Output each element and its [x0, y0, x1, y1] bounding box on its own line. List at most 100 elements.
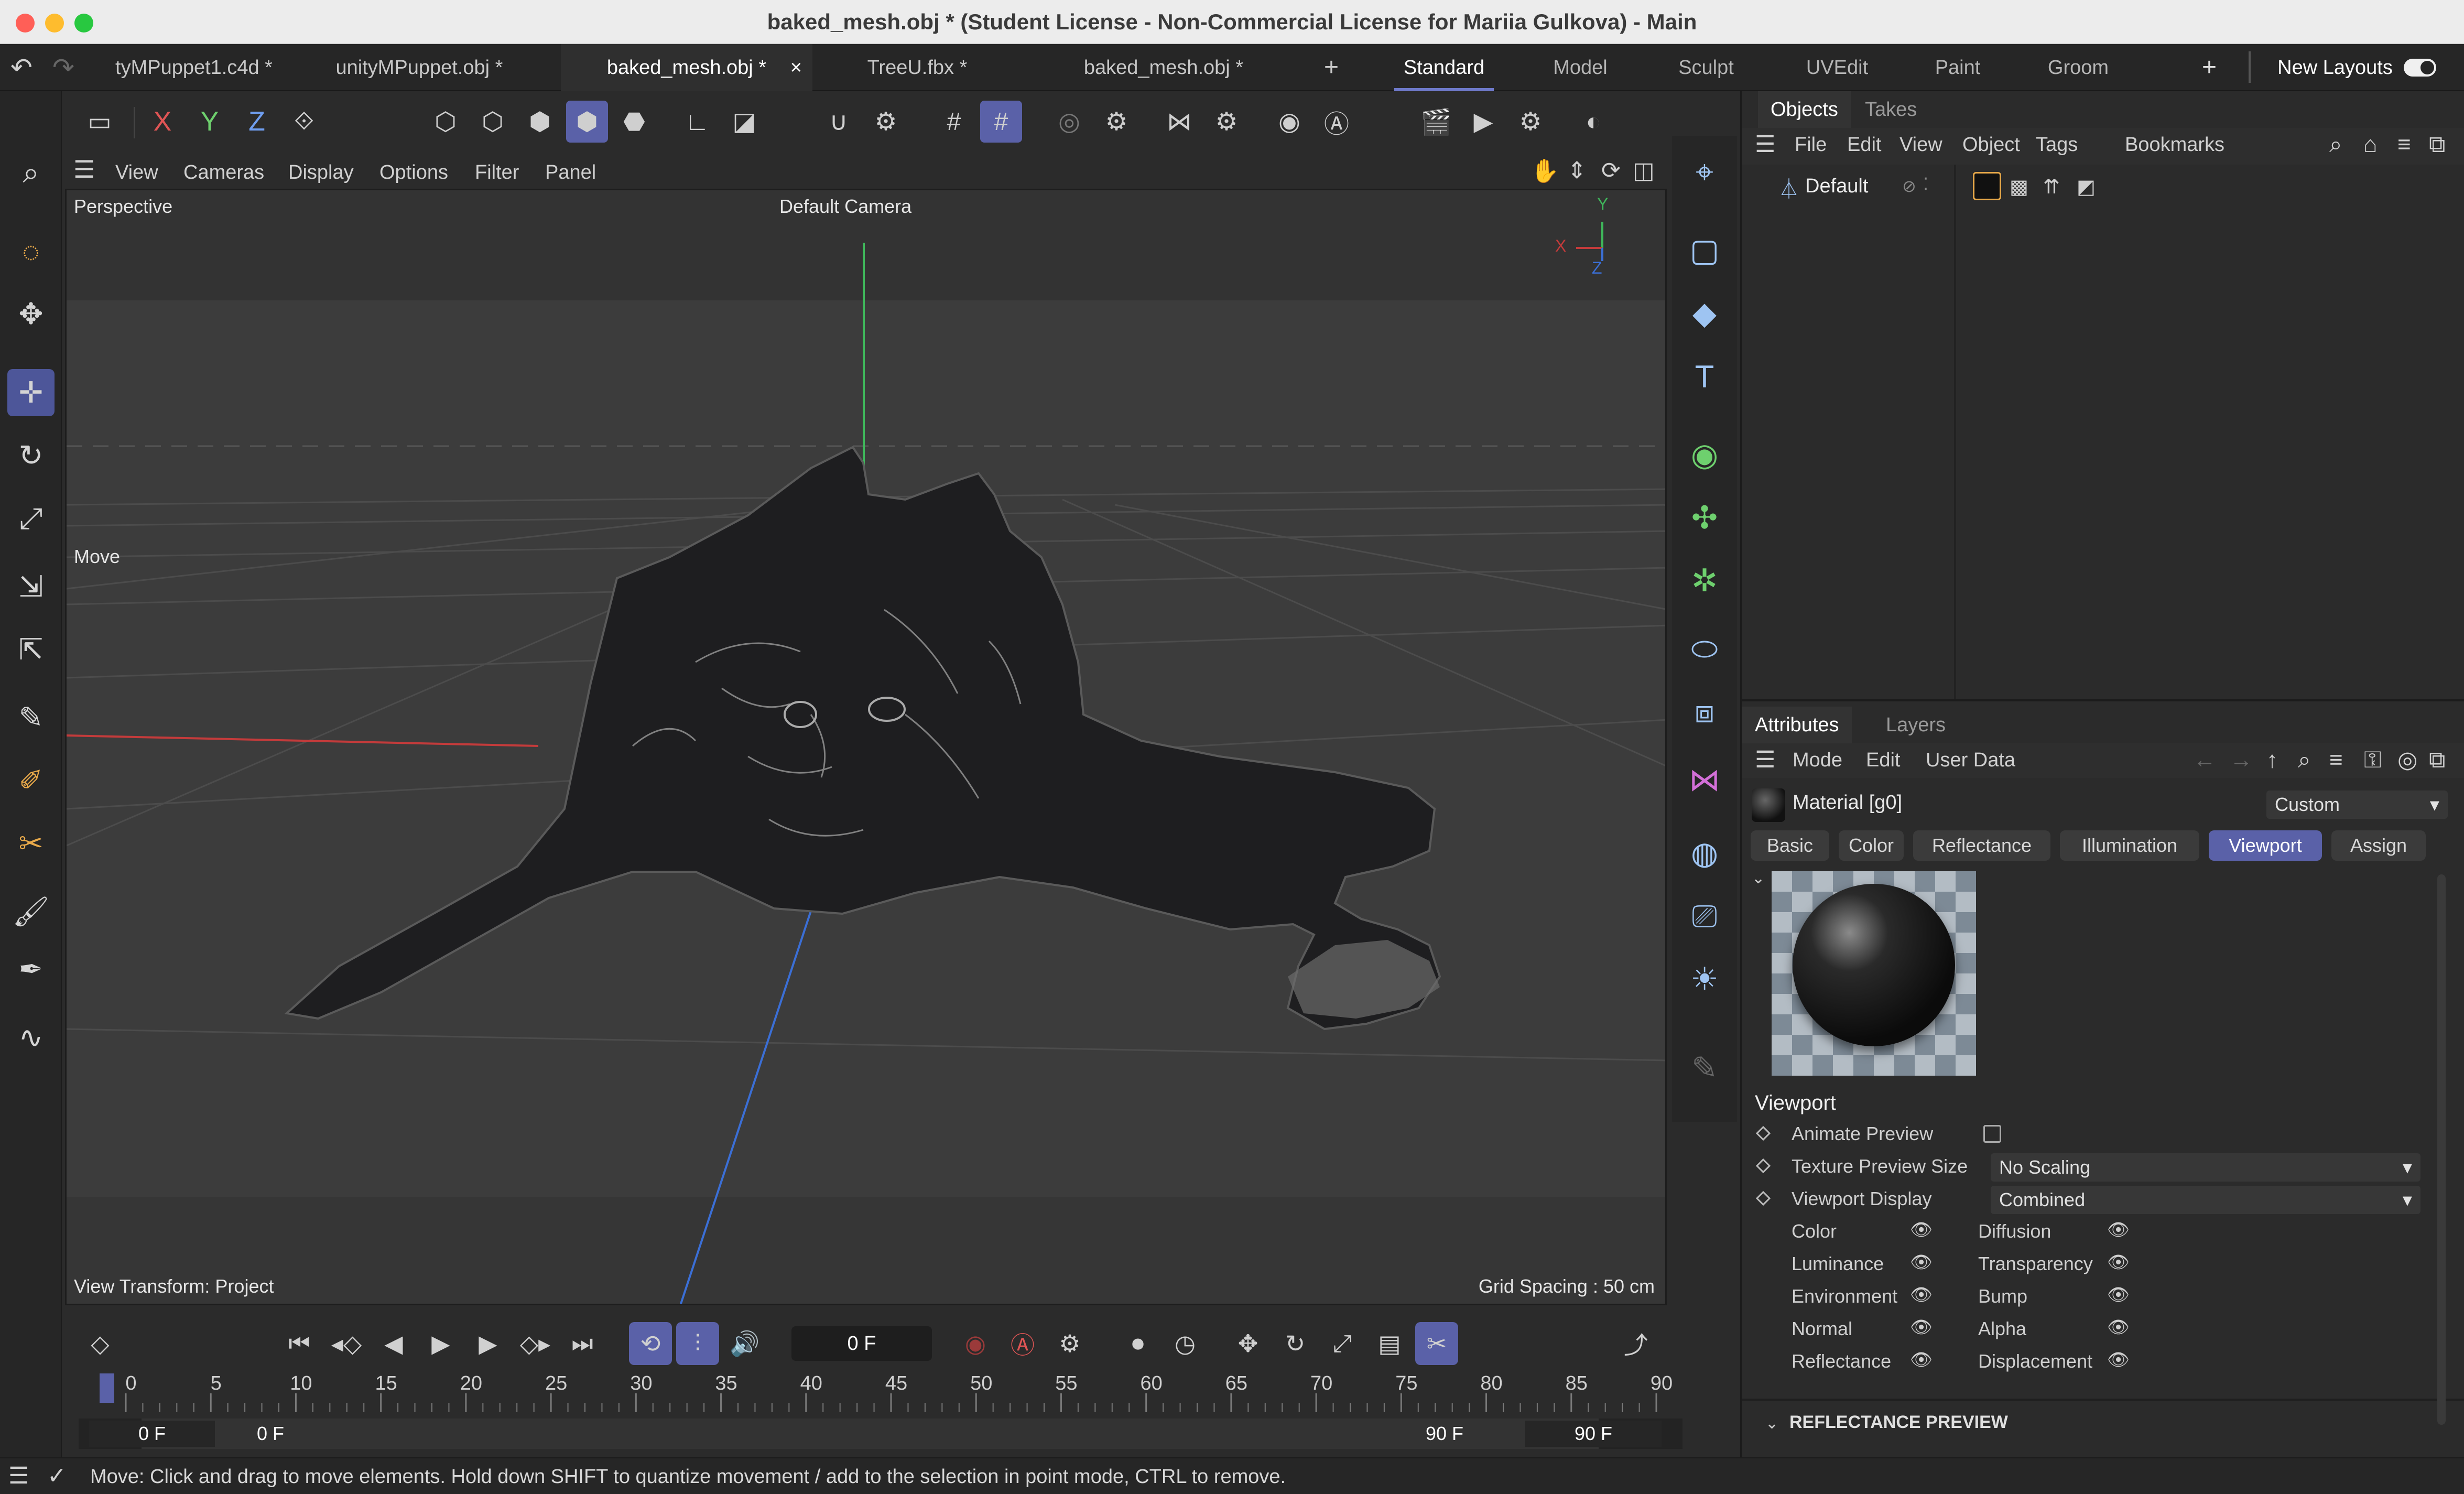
play-icon[interactable]: ▶ — [419, 1322, 462, 1365]
mat-tab-color[interactable]: Color — [1839, 830, 1904, 861]
keyframe-diamond-icon[interactable] — [1755, 1158, 1771, 1174]
forward-arrow-icon[interactable]: → — [2230, 743, 2253, 777]
attributes-scrollbar[interactable] — [2437, 874, 2446, 1425]
key-scale-icon[interactable]: ⤢ — [1321, 1322, 1364, 1365]
world-coordinate-icon[interactable]: ⟐ — [283, 101, 325, 143]
autokey-icon[interactable]: Ⓐ — [1001, 1322, 1044, 1365]
dolly-icon[interactable]: ⇕ — [1567, 157, 1587, 184]
tab-layers[interactable]: Layers — [1873, 707, 1958, 743]
field-icon[interactable]: ⬭ — [1679, 624, 1730, 674]
attributes-menu-edit[interactable]: Edit — [1866, 743, 1900, 777]
end-frame-field[interactable]: 90 F — [1525, 1421, 1662, 1447]
spline-pen-icon[interactable]: ✎ — [7, 694, 55, 741]
redo-icon[interactable]: ↷ — [52, 52, 74, 83]
layout-tab-sculpt[interactable]: Sculpt — [1656, 44, 1756, 91]
model-mode-icon[interactable]: ⬢ — [566, 101, 608, 143]
auto-keyframe-icon[interactable]: Ⓐ — [1316, 101, 1358, 143]
frame-ruler[interactable] — [79, 1372, 1667, 1414]
key-position-icon[interactable]: ✥ — [1226, 1322, 1269, 1365]
scale-tool-icon[interactable]: ⤢ — [7, 495, 55, 542]
layout-tab-model[interactable]: Model — [1536, 44, 1625, 91]
preset-dropdown[interactable]: Custom ▾ — [2266, 791, 2448, 819]
grid-snap-icon[interactable]: # — [980, 101, 1022, 143]
channel-reflectance-eye-icon[interactable]: 👁 — [1910, 1349, 1933, 1370]
layout-tab-groom[interactable]: Groom — [2034, 44, 2123, 91]
doc-tab-unity-puppet[interactable]: unityMPuppet.obj * — [309, 44, 529, 91]
maximize-view-icon[interactable]: ◫ — [1633, 157, 1655, 184]
status-menu-icon[interactable]: ☰ — [8, 1463, 29, 1489]
edit-visibility-icon[interactable]: ⊘ — [1902, 176, 1916, 196]
texture-tag-icon[interactable]: ▩ — [2010, 175, 2028, 199]
generator-icon[interactable]: ◉ — [1679, 430, 1730, 480]
mat-tab-reflectance[interactable]: Reflectance — [1913, 830, 2050, 861]
phong-tag-icon[interactable]: ⇈ — [2043, 175, 2060, 199]
viewport-menu-panel[interactable]: Panel — [545, 154, 596, 191]
spline-smooth-icon[interactable]: ∿ — [7, 1014, 55, 1061]
range-end-label[interactable]: 90 F — [1426, 1421, 1530, 1447]
previous-key-icon[interactable]: ◂◇ — [325, 1322, 368, 1365]
object-row-default[interactable]: ⏃ Default ⊘ ⁚ ▩ ⇈ ◩ — [1753, 170, 2455, 203]
deformer-icon[interactable]: ✲ — [1679, 556, 1730, 606]
tweak-tool-icon[interactable]: ✥ — [7, 290, 55, 338]
uvw-tag-icon[interactable]: ◩ — [2077, 175, 2096, 199]
start-frame-field[interactable]: 0 F — [89, 1421, 215, 1447]
channel-alpha-eye-icon[interactable]: 👁 — [2107, 1317, 2130, 1338]
doc-tab-baked-mesh-active[interactable]: baked_mesh.obj * × — [561, 44, 812, 91]
record-icon[interactable]: ◉ — [954, 1322, 997, 1365]
snap-settings-icon[interactable]: ⚙ — [865, 101, 907, 143]
current-frame-field[interactable]: 0 F — [791, 1326, 932, 1361]
mograph-icon[interactable]: ⋈ — [1679, 755, 1730, 805]
3d-viewport[interactable]: Perspective Default Camera Move Y X Z Vi… — [65, 189, 1667, 1305]
tab-objects[interactable]: Objects — [1758, 91, 1851, 128]
new-layouts-toggle[interactable] — [2404, 59, 2436, 77]
object-name[interactable]: Default — [1805, 175, 1868, 198]
objects-menu-edit[interactable]: Edit — [1847, 128, 1881, 161]
brush-tool-icon[interactable]: 🖌 — [7, 888, 55, 935]
mat-tab-assign[interactable]: Assign — [2331, 830, 2426, 861]
key-timer-icon[interactable]: ◷ — [1164, 1322, 1207, 1365]
camera-object-icon[interactable]: ⎚ — [1679, 891, 1730, 941]
channel-environment-eye-icon[interactable]: 👁 — [1910, 1284, 1933, 1305]
objects-new-window-icon[interactable]: ⧉ — [2429, 128, 2445, 161]
add-layout-button[interactable]: + — [2191, 44, 2228, 91]
channel-luminance-eye-icon[interactable]: 👁 — [1910, 1252, 1933, 1273]
timeline-graph-icon[interactable]: ⤴ — [1614, 1322, 1657, 1365]
edges-mode-icon[interactable]: ⬡ — [472, 101, 514, 143]
tab-takes[interactable]: Takes — [1852, 91, 1929, 128]
viewport-menu-options[interactable]: Options — [379, 154, 448, 191]
key-param-icon[interactable]: ▤ — [1368, 1322, 1411, 1365]
texture-mode-icon[interactable]: ◪ — [723, 101, 765, 143]
visibility-dots-icon[interactable]: ⁚ — [1923, 174, 1928, 194]
hamburger-menu-icon[interactable]: ☰ — [73, 155, 95, 183]
channel-normal-eye-icon[interactable]: 👁 — [1910, 1317, 1933, 1338]
text-spline-icon[interactable]: T — [1679, 351, 1730, 402]
key-mouse-icon[interactable]: ⏺ — [1116, 1322, 1159, 1365]
render-region-icon[interactable]: 🎬 — [1415, 101, 1457, 143]
mat-tab-illumination[interactable]: Illumination — [2060, 830, 2199, 861]
render-to-picture-viewer-icon[interactable]: ▶ — [1462, 101, 1504, 143]
coordinate-system-icon[interactable]: ▭ — [79, 101, 121, 143]
knife-tool-icon[interactable]: ✂ — [7, 820, 55, 867]
layout-tab-uvedit[interactable]: UVEdit — [1787, 44, 1887, 91]
target-icon[interactable]: ◎ — [2397, 743, 2417, 777]
projection-label[interactable]: Perspective — [74, 196, 172, 218]
objects-menu-bookmarks[interactable]: Bookmarks — [2125, 128, 2224, 161]
animate-preview-checkbox[interactable] — [1983, 1125, 2001, 1143]
pan-icon[interactable]: ✋ — [1530, 157, 1559, 185]
symmetry-icon[interactable]: ⋈ — [1158, 101, 1200, 143]
playback-rate-icon[interactable]: ⫶ — [676, 1322, 719, 1365]
close-tab-icon[interactable]: × — [790, 44, 802, 91]
sound-icon[interactable]: 🔊 — [723, 1322, 766, 1365]
polygons-mode-icon[interactable]: ⬢ — [519, 101, 561, 143]
points-mode-icon[interactable]: ⬡ — [425, 101, 466, 143]
environment-icon[interactable]: ◍ — [1679, 828, 1730, 879]
viewport-menu-view[interactable]: View — [115, 154, 158, 191]
objects-home-icon[interactable]: ⌂ — [2363, 128, 2378, 161]
place-tool-icon[interactable]: ⇱ — [7, 626, 55, 673]
objects-menu-file[interactable]: File — [1795, 128, 1827, 161]
attributes-menu-user-data[interactable]: User Data — [1926, 743, 2015, 777]
lock-z-axis-button[interactable]: Z — [236, 101, 278, 143]
playhead[interactable] — [100, 1373, 114, 1403]
paint-tool-icon[interactable]: ✒ — [7, 946, 55, 993]
symmetry-settings-icon[interactable]: ⚙ — [1095, 101, 1137, 143]
